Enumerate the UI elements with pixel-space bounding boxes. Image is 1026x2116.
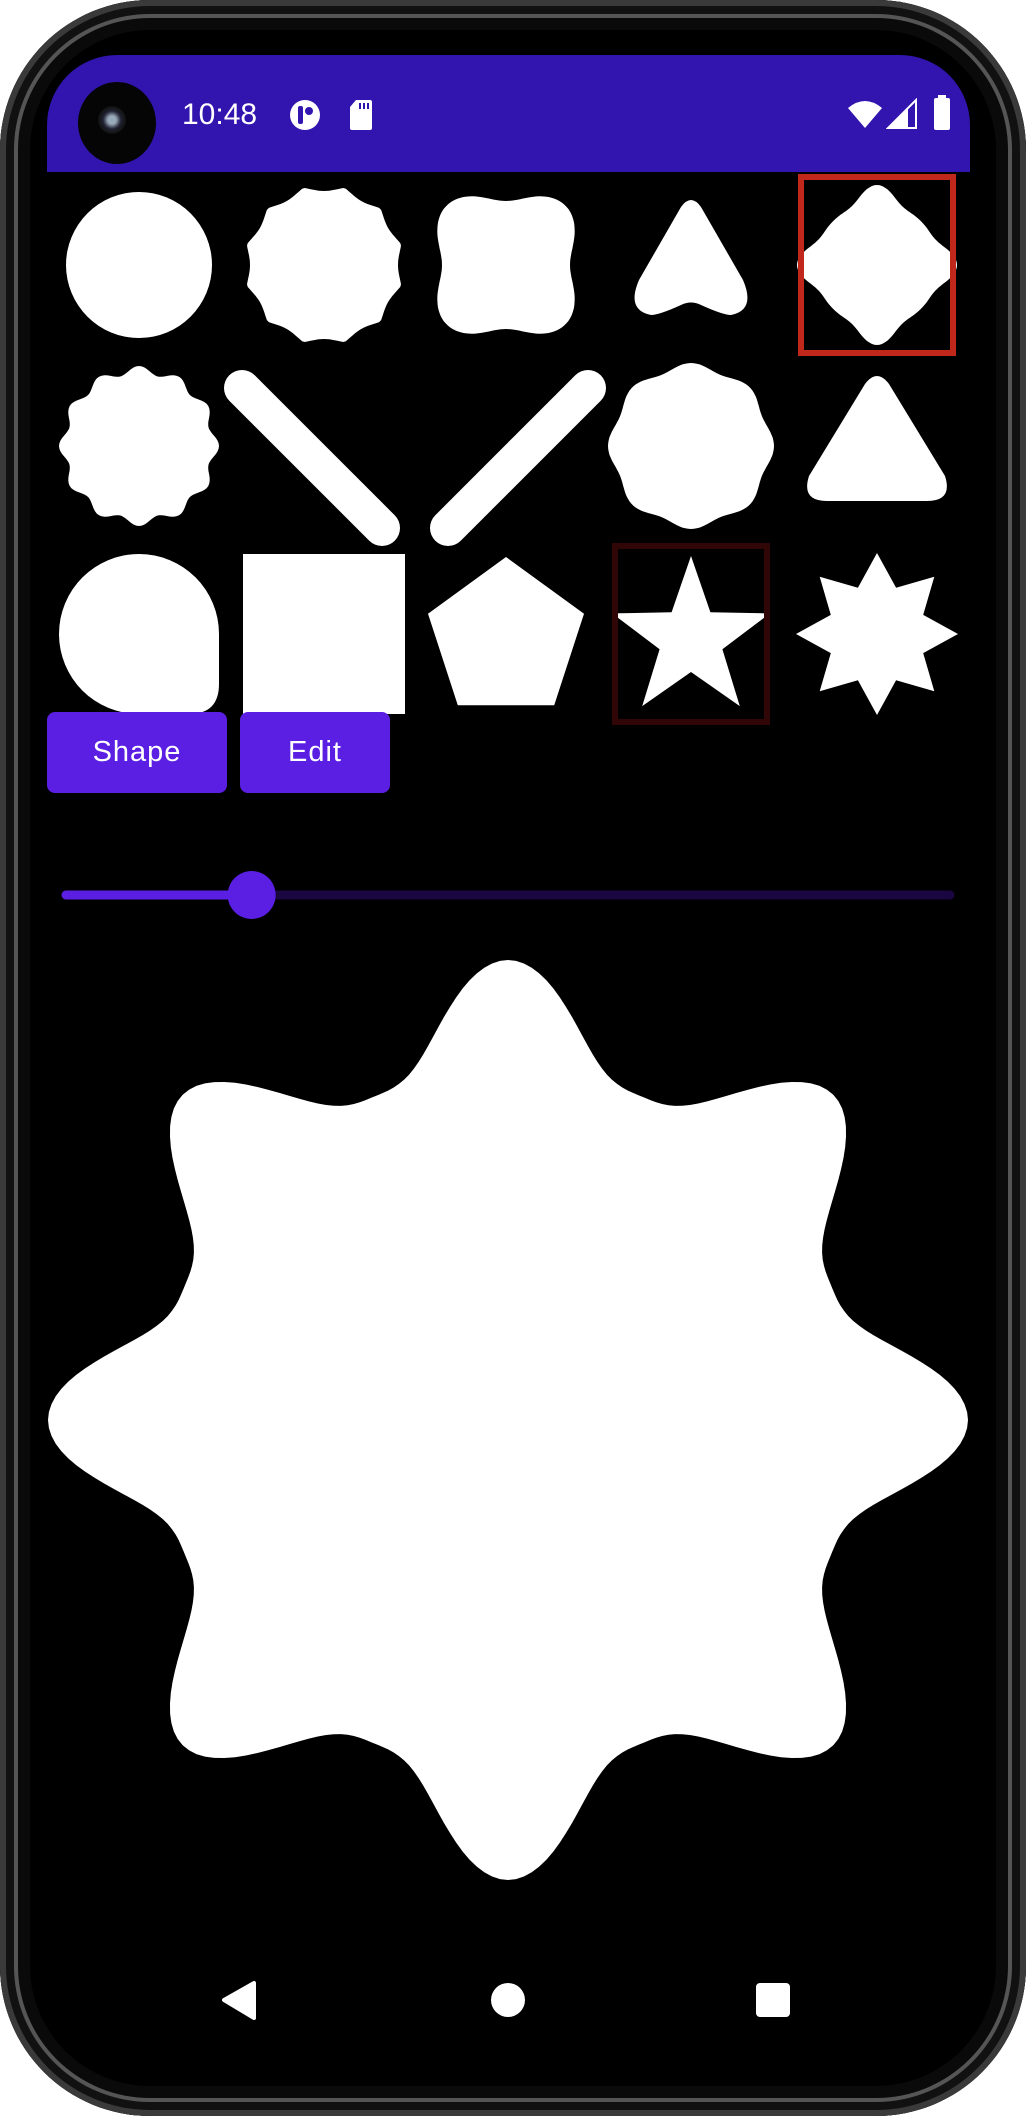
morphed-shape-preview [48, 960, 968, 1880]
shape-pixel-star[interactable] [797, 185, 957, 345]
shape-puffy-square[interactable] [437, 196, 575, 334]
shape-scalloped-12[interactable] [247, 188, 401, 342]
shape-canvas [48, 174, 968, 2020]
shape-button[interactable]: Shape [47, 712, 227, 793]
slider-thumb[interactable] [227, 871, 276, 919]
shape-pentagon[interactable] [428, 557, 584, 706]
shape-star-5[interactable] [612, 556, 770, 707]
shape-rounded-triangle[interactable] [634, 200, 748, 315]
shape-circle[interactable] [66, 192, 212, 338]
shape-star-8[interactable] [796, 553, 958, 715]
shape-pill-left[interactable] [224, 370, 400, 546]
back-icon[interactable] [222, 1981, 256, 2020]
shape-pill-right[interactable] [430, 370, 606, 546]
edit-button[interactable]: Edit [240, 712, 390, 793]
home-icon[interactable] [491, 1983, 525, 2017]
recents-icon[interactable] [756, 1983, 790, 2017]
shape-rounded-triangle-flat[interactable] [807, 376, 947, 501]
shape-clover-circle[interactable] [608, 363, 774, 529]
shape-wavy-circle[interactable] [59, 366, 219, 526]
shape-half-rounded-square[interactable] [59, 554, 219, 714]
shape-square[interactable] [243, 554, 405, 714]
